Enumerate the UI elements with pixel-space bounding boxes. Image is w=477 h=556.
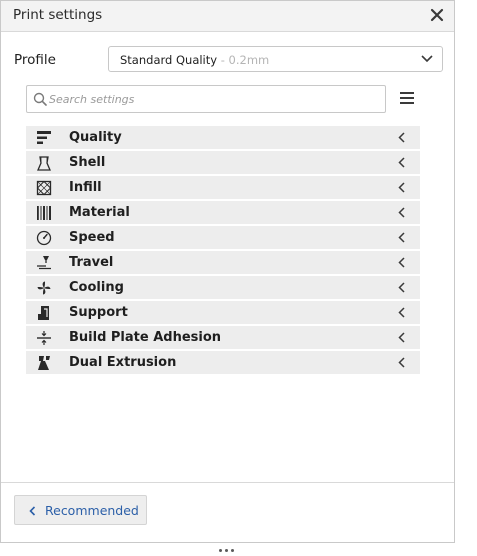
profile-dropdown[interactable]: Standard Quality - 0.2mm — [108, 46, 443, 72]
chevron-left-icon — [398, 157, 405, 168]
profile-value: Standard Quality - 0.2mm — [120, 53, 270, 67]
cooling-icon — [37, 281, 51, 295]
category-label: Travel — [69, 255, 114, 270]
search-placeholder: Search settings — [49, 93, 135, 106]
infill-icon — [36, 180, 52, 196]
chevron-left-icon — [398, 257, 405, 268]
category-label: Infill — [69, 180, 102, 195]
print-settings-panel: Print settings Profile Standard Quality … — [0, 0, 455, 552]
dual-extrusion-icon — [38, 356, 50, 370]
chevron-left-icon — [398, 232, 405, 243]
category-build-plate-adhesion[interactable]: Build Plate Adhesion — [26, 326, 420, 349]
search-icon — [33, 92, 47, 106]
speed-icon — [36, 230, 52, 246]
chevron-left-icon — [29, 506, 36, 516]
recommended-button[interactable]: Recommended — [14, 495, 147, 525]
category-label: Dual Extrusion — [69, 355, 177, 370]
category-label: Support — [69, 305, 128, 320]
category-label: Cooling — [69, 280, 124, 295]
quality-icon — [37, 131, 51, 144]
category-cooling[interactable]: Cooling — [26, 276, 420, 299]
travel-icon — [37, 256, 51, 270]
support-icon — [38, 306, 49, 320]
profile-label: Profile — [14, 52, 56, 68]
chevron-left-icon — [398, 207, 405, 218]
settings-visibility-menu-icon[interactable] — [400, 92, 414, 104]
settings-category-list: Quality Shell Infill Material Speed Trav… — [26, 126, 420, 376]
recommended-label: Recommended — [45, 503, 139, 518]
build-plate-adhesion-icon — [37, 331, 51, 345]
material-icon — [37, 206, 51, 220]
close-icon[interactable] — [430, 8, 444, 22]
category-label: Speed — [69, 230, 115, 245]
category-quality[interactable]: Quality — [26, 126, 420, 149]
panel-header: Print settings — [1, 1, 454, 32]
category-label: Material — [69, 205, 130, 220]
chevron-left-icon — [398, 357, 405, 368]
footer-divider — [1, 482, 454, 483]
search-input[interactable]: Search settings — [26, 85, 386, 113]
chevron-left-icon — [398, 132, 405, 143]
category-shell[interactable]: Shell — [26, 151, 420, 174]
panel-title: Print settings — [13, 7, 103, 23]
category-support[interactable]: Support — [26, 301, 420, 324]
category-material[interactable]: Material — [26, 201, 420, 224]
category-infill[interactable]: Infill — [26, 176, 420, 199]
chevron-left-icon — [398, 307, 405, 318]
category-label: Shell — [69, 155, 106, 170]
shell-icon — [37, 156, 51, 171]
profile-layer-height: - 0.2mm — [217, 53, 270, 67]
chevron-left-icon — [398, 182, 405, 193]
chevron-left-icon — [398, 282, 405, 293]
category-travel[interactable]: Travel — [26, 251, 420, 274]
category-label: Quality — [69, 130, 122, 145]
chevron-down-icon — [421, 55, 433, 63]
category-speed[interactable]: Speed — [26, 226, 420, 249]
category-dual-extrusion[interactable]: Dual Extrusion — [26, 351, 420, 374]
resize-handle[interactable] — [219, 537, 239, 552]
category-label: Build Plate Adhesion — [69, 330, 222, 345]
chevron-left-icon — [398, 332, 405, 343]
